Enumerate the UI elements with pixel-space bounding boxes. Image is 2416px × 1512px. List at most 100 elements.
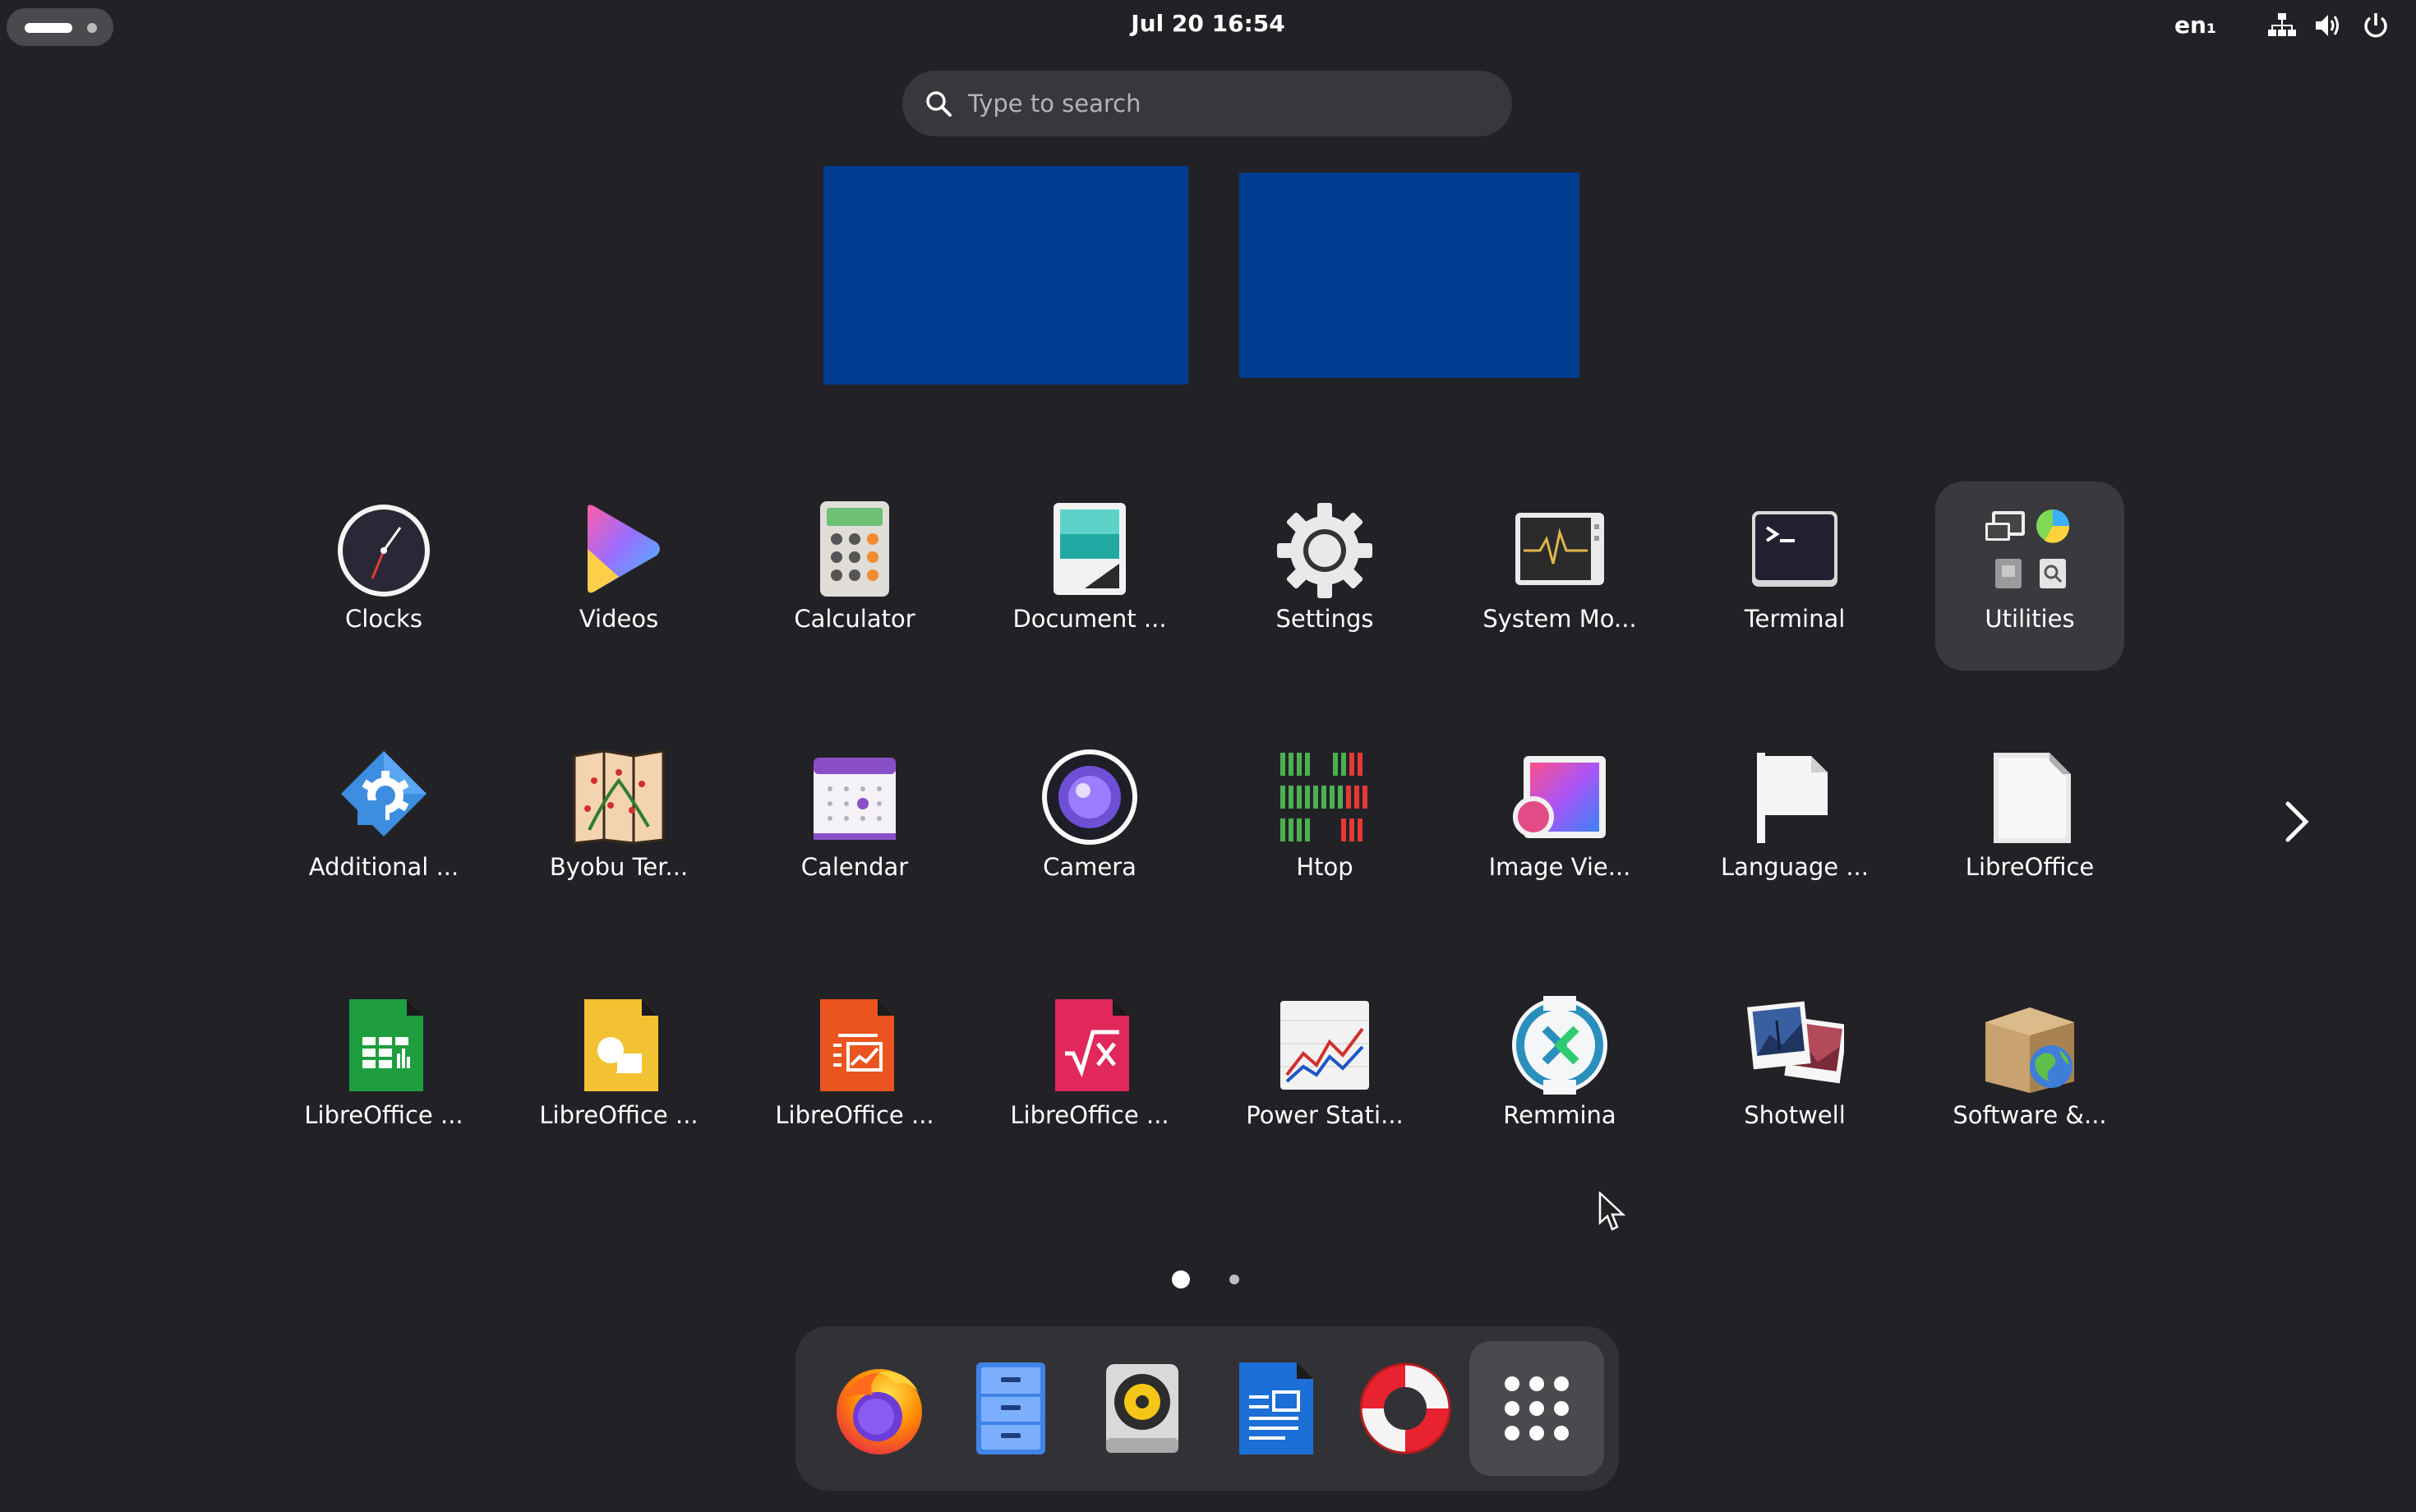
app-label: Calendar — [800, 853, 909, 881]
dock — [795, 1326, 1619, 1491]
chevron-right-icon[interactable] — [2276, 797, 2317, 846]
system-monitor-icon — [1515, 513, 1604, 585]
app-document-scanner[interactable]: Document ... — [995, 482, 1184, 671]
app-image-viewer[interactable]: Image Vie... — [1465, 730, 1654, 919]
power-icon[interactable] — [2362, 12, 2390, 39]
dock-item-rhythmbox[interactable] — [1075, 1341, 1210, 1476]
app-label: LibreOffice — [1965, 853, 2095, 881]
volume-icon[interactable] — [2314, 12, 2342, 39]
libreoffice-icon — [1994, 753, 2071, 843]
app-terminal[interactable]: Terminal — [1700, 482, 1889, 671]
workspace-indicator-inactive — [87, 23, 97, 33]
app-settings[interactable]: Settings — [1230, 482, 1419, 671]
app-label: Videos — [579, 605, 659, 633]
image-viewer-icon — [1513, 756, 1606, 838]
app-label: Software &... — [1953, 1101, 2107, 1129]
app-label: System Mo... — [1482, 605, 1637, 633]
libreoffice-impress-icon — [820, 999, 894, 1091]
app-label: Utilities — [1985, 605, 2075, 633]
app-byobu-terminal[interactable]: Byobu Ter... — [524, 730, 713, 919]
workspace-indicator-active — [25, 23, 72, 33]
firefox-icon — [837, 1369, 922, 1454]
power-statistics-icon — [1280, 1001, 1369, 1090]
clock-datetime[interactable]: Jul 20 16:54 — [1131, 10, 1285, 37]
utilities-folder-icon — [1985, 509, 2070, 588]
app-label: Document ... — [1012, 605, 1167, 633]
app-label: Additional ... — [308, 853, 459, 881]
camera-icon — [1042, 749, 1137, 845]
app-label: Language ... — [1721, 853, 1869, 881]
app-camera[interactable]: Camera — [995, 730, 1184, 919]
gnome-activities-overview: Jul 20 16:54 en₁ Type to search Clocks V… — [0, 0, 2416, 1512]
app-label: LibreOffice ... — [539, 1101, 699, 1129]
help-lifebuoy-icon — [1359, 1362, 1451, 1454]
terminal-icon — [1752, 511, 1837, 587]
app-calculator[interactable]: Calculator — [760, 482, 949, 671]
app-shotwell[interactable]: Shotwell — [1700, 978, 1889, 1167]
search-bar[interactable] — [902, 71, 1512, 136]
app-folder-utilities[interactable]: Utilities — [1935, 482, 2124, 671]
activities-button[interactable] — [7, 8, 113, 46]
app-label: Clocks — [345, 605, 422, 633]
app-htop[interactable]: Htop — [1230, 730, 1419, 919]
app-label: LibreOffice ... — [304, 1101, 463, 1129]
search-icon — [926, 91, 952, 117]
app-system-monitor[interactable]: System Mo... — [1465, 482, 1654, 671]
keyboard-layout-indicator[interactable]: en₁ — [2174, 12, 2216, 39]
libreoffice-writer-icon — [1239, 1362, 1313, 1454]
dock-item-libreoffice-writer[interactable] — [1206, 1341, 1341, 1476]
document-scanner-icon — [1054, 503, 1126, 595]
libreoffice-draw-icon — [584, 999, 658, 1091]
app-clocks[interactable]: Clocks — [289, 482, 478, 671]
app-libreoffice-draw[interactable]: LibreOffice ... — [524, 978, 713, 1167]
app-label: Calculator — [794, 605, 915, 633]
libreoffice-calc-icon — [349, 999, 423, 1091]
dock-item-help[interactable] — [1338, 1341, 1473, 1476]
rhythmbox-icon — [1106, 1364, 1178, 1453]
remmina-icon — [1512, 996, 1607, 1095]
app-remmina[interactable]: Remmina — [1465, 978, 1654, 1167]
calculator-icon — [820, 501, 889, 597]
language-flag-icon — [1757, 753, 1828, 843]
app-libreoffice[interactable]: LibreOffice — [1935, 730, 2124, 919]
show-apps-grid-icon — [1505, 1376, 1569, 1441]
page-indicator-1[interactable] — [1172, 1270, 1190, 1288]
app-label: Htop — [1296, 853, 1353, 881]
app-label: Remmina — [1503, 1101, 1616, 1129]
dock-item-firefox[interactable] — [812, 1341, 947, 1476]
app-language-support[interactable]: Language ... — [1700, 730, 1889, 919]
videos-icon — [588, 505, 660, 593]
app-label: Byobu Ter... — [549, 853, 689, 881]
app-additional-drivers[interactable]: Additional ... — [289, 730, 478, 919]
top-bar: Jul 20 16:54 en₁ — [0, 0, 2416, 51]
software-sources-icon — [1985, 1007, 2074, 1093]
files-icon — [976, 1362, 1045, 1454]
app-libreoffice-calc[interactable]: LibreOffice ... — [289, 978, 478, 1167]
dock-item-show-apps[interactable] — [1469, 1341, 1604, 1476]
app-videos[interactable]: Videos — [524, 482, 713, 671]
dock-item-files[interactable] — [943, 1341, 1078, 1476]
app-calendar[interactable]: Calendar — [760, 730, 949, 919]
app-label: Shotwell — [1744, 1101, 1846, 1129]
app-label: Power Stati... — [1246, 1101, 1404, 1129]
app-label: Image Vie... — [1488, 853, 1631, 881]
additional-drivers-icon — [341, 751, 426, 837]
workspace-thumbnail-1[interactable] — [823, 166, 1188, 385]
libreoffice-math-icon — [1055, 999, 1129, 1091]
app-power-statistics[interactable]: Power Stati... — [1230, 978, 1419, 1167]
clocks-icon — [338, 505, 430, 597]
app-label: LibreOffice ... — [1010, 1101, 1169, 1129]
app-label: Settings — [1275, 605, 1374, 633]
search-input[interactable] — [968, 81, 1494, 127]
app-software-updates[interactable]: Software &... — [1935, 978, 2124, 1167]
network-wired-icon[interactable] — [2268, 12, 2296, 39]
byobu-terminal-icon — [573, 749, 665, 845]
app-libreoffice-math[interactable]: LibreOffice ... — [995, 978, 1184, 1167]
page-indicator-2[interactable] — [1229, 1275, 1239, 1284]
workspace-thumbnail-2[interactable] — [1239, 173, 1579, 378]
shotwell-icon — [1747, 1001, 1844, 1084]
app-libreoffice-impress[interactable]: LibreOffice ... — [760, 978, 949, 1167]
htop-icon — [1280, 753, 1367, 841]
mouse-pointer-icon — [1598, 1192, 1626, 1231]
app-label: Terminal — [1744, 605, 1846, 633]
